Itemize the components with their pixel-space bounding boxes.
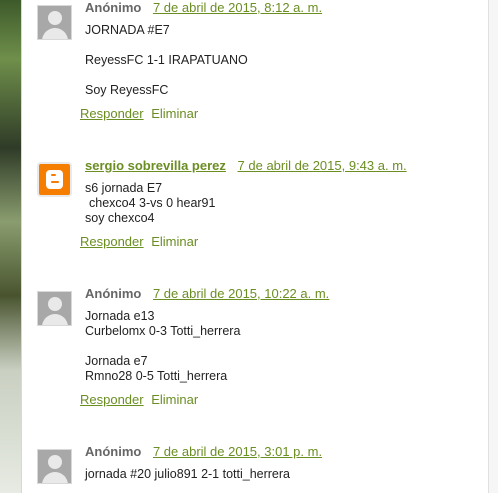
comment-text-line: s6 jornada E7 bbox=[85, 181, 163, 195]
comment-text-line: Rmno28 0-5 Totti_herrera bbox=[85, 369, 228, 383]
comment-text-line: soy chexco4 bbox=[85, 211, 155, 225]
reply-link[interactable]: Responder bbox=[80, 234, 144, 249]
comment-text-line: Jornada e7 bbox=[85, 354, 148, 368]
comment-text-line: chexco4 3-vs 0 hear91 bbox=[89, 196, 216, 210]
comment-header: sergio sobrevilla perez 7 de abril de 20… bbox=[85, 158, 407, 174]
avatar[interactable] bbox=[37, 5, 72, 40]
reply-link[interactable]: Responder bbox=[80, 392, 144, 407]
content-border bbox=[21, 0, 22, 493]
blogger-icon bbox=[46, 170, 63, 189]
scrollbar-track[interactable] bbox=[488, 0, 498, 493]
comment-text-line: jornada #20 julio891 2-1 totti_herrera bbox=[85, 467, 290, 481]
user-silhouette-icon bbox=[48, 297, 62, 311]
comment-author-link[interactable]: sergio sobrevilla perez bbox=[85, 158, 226, 173]
comment-date-link[interactable]: 7 de abril de 2015, 9:43 a. m. bbox=[238, 158, 407, 173]
delete-link[interactable]: Eliminar bbox=[151, 234, 198, 249]
comment-author: Anónimo bbox=[85, 0, 142, 15]
comment-actions: Responder Eliminar bbox=[80, 106, 198, 122]
comment-header: Anónimo 7 de abril de 2015, 8:12 a. m. bbox=[85, 0, 322, 16]
comment-actions: Responder Eliminar bbox=[80, 392, 198, 408]
avatar[interactable] bbox=[37, 449, 72, 484]
delete-link[interactable]: Eliminar bbox=[151, 392, 198, 407]
comment-text-line: Soy ReyessFC bbox=[85, 83, 169, 97]
comment-header: Anónimo 7 de abril de 2015, 10:22 a. m. bbox=[85, 286, 329, 302]
avatar[interactable] bbox=[37, 162, 72, 197]
comment-text-line: JORNADA #E7 bbox=[85, 23, 170, 37]
comment-date-link[interactable]: 7 de abril de 2015, 3:01 p. m. bbox=[153, 444, 322, 459]
comment-date-link[interactable]: 7 de abril de 2015, 8:12 a. m. bbox=[153, 0, 322, 15]
comment-author: Anónimo bbox=[85, 286, 142, 301]
user-silhouette-icon bbox=[48, 11, 62, 25]
comment-date-link[interactable]: 7 de abril de 2015, 10:22 a. m. bbox=[153, 286, 329, 301]
delete-link[interactable]: Eliminar bbox=[151, 106, 198, 121]
reply-link[interactable]: Responder bbox=[80, 106, 144, 121]
comment-text-line: Curbelomx 0-3 Totti_herrera bbox=[85, 324, 241, 338]
comment-author: Anónimo bbox=[85, 444, 142, 459]
page-background-left bbox=[0, 0, 21, 493]
user-silhouette-icon bbox=[48, 455, 62, 469]
comment-text-line: ReyessFC 1-1 IRAPATUANO bbox=[85, 53, 248, 67]
comment-header: Anónimo 7 de abril de 2015, 3:01 p. m. bbox=[85, 444, 322, 460]
comment-text-line: Jornada e13 bbox=[85, 309, 155, 323]
comment-actions: Responder Eliminar bbox=[80, 234, 198, 250]
avatar[interactable] bbox=[37, 291, 72, 326]
